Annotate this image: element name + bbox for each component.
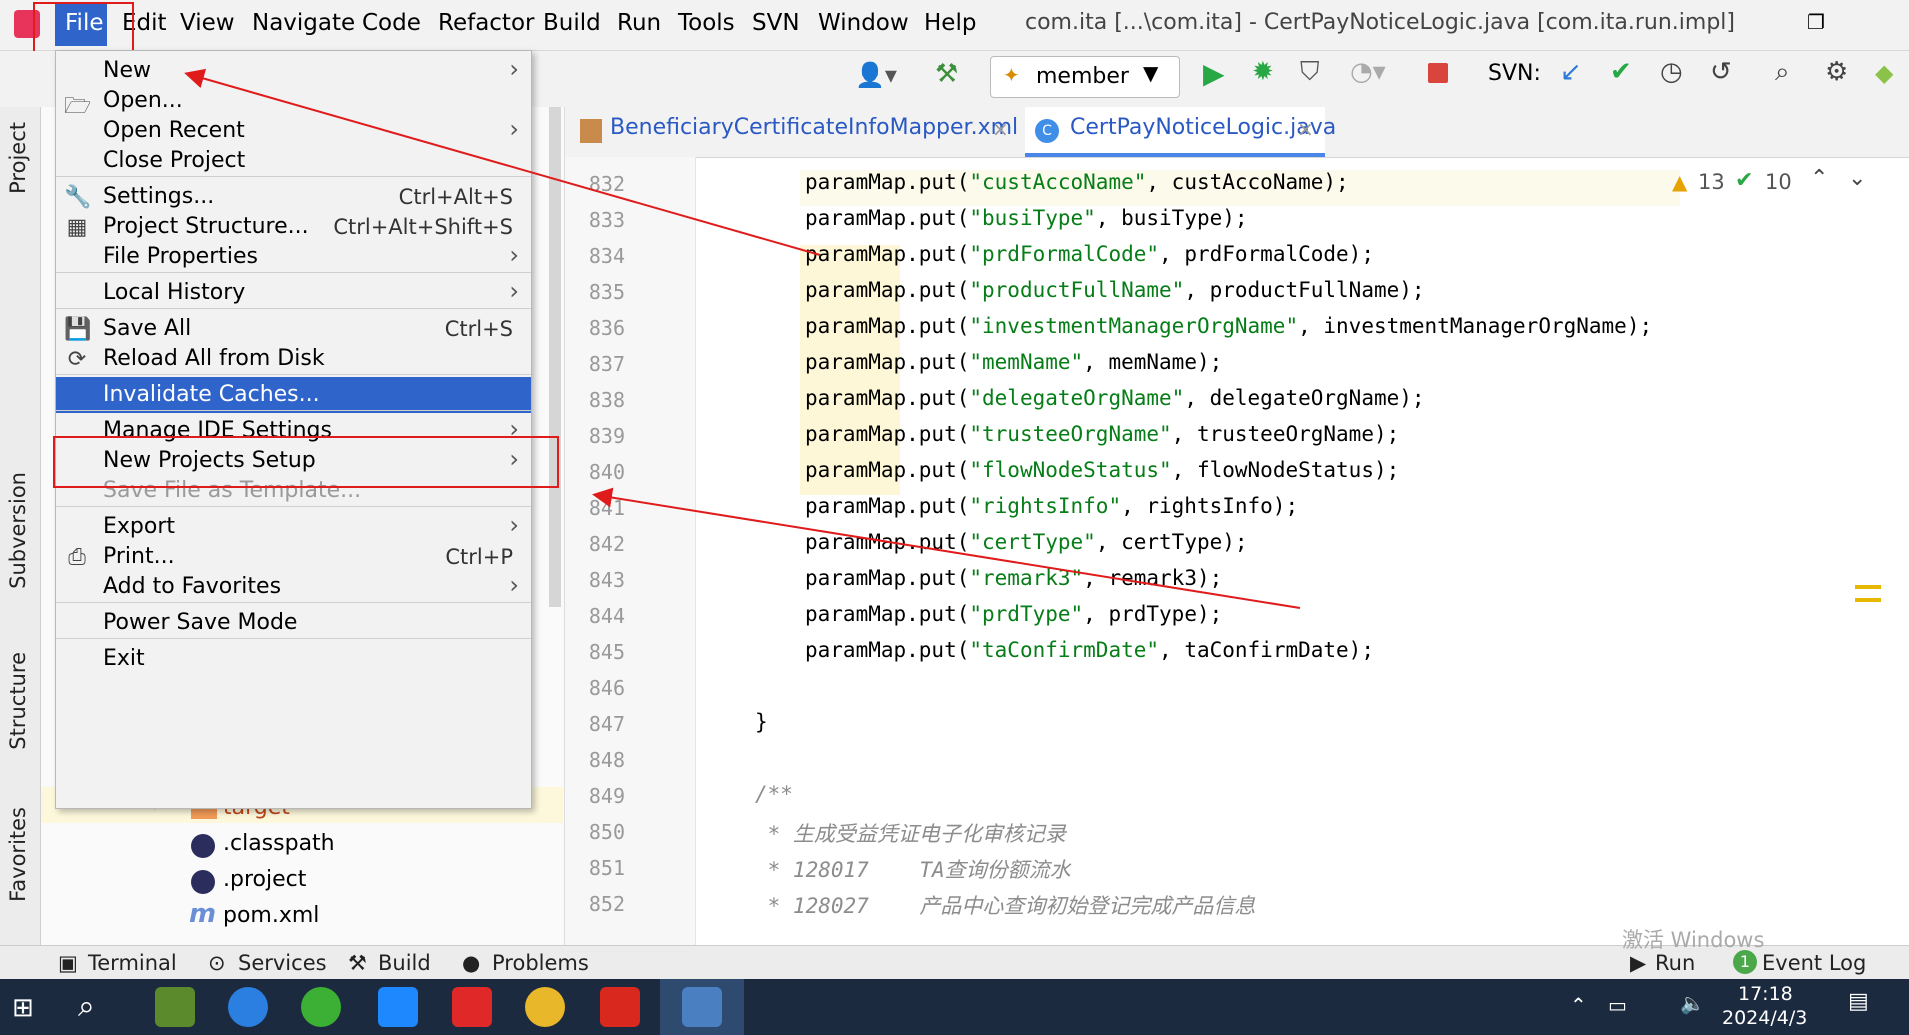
annotation-arrows [184,68,1301,609]
arrow-to-new [184,68,821,256]
arrow-to-invalidate [592,487,1301,609]
